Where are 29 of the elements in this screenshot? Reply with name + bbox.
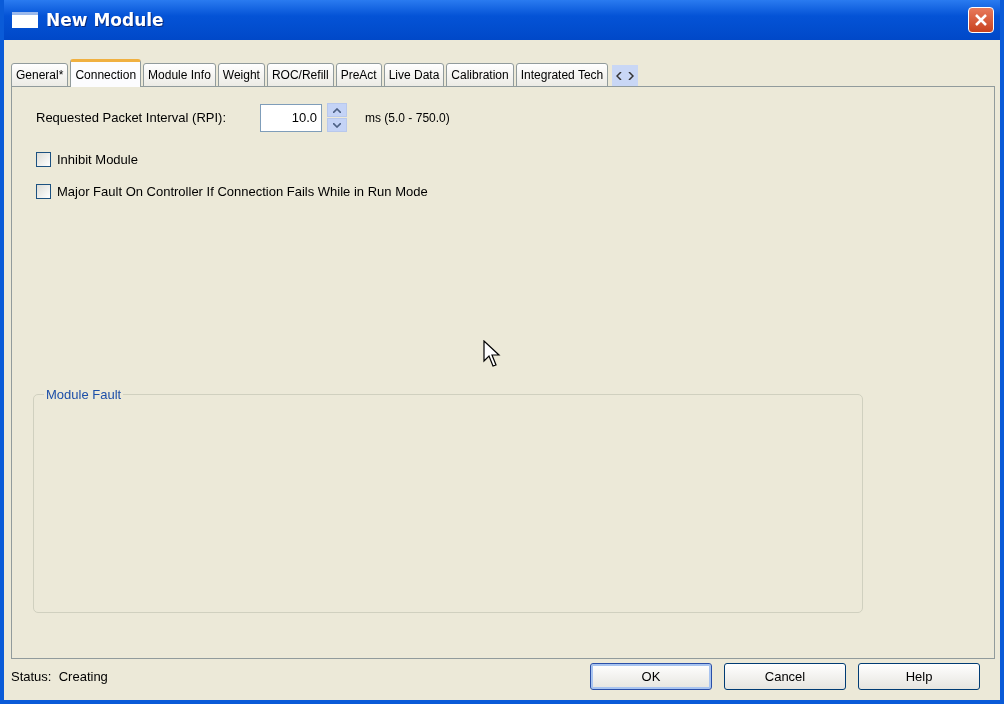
close-button[interactable] xyxy=(968,7,994,33)
tab[interactable]: General* xyxy=(11,63,69,87)
checkbox[interactable] xyxy=(36,152,51,167)
tab[interactable]: ROC/Refill xyxy=(266,63,334,87)
tab[interactable]: Live Data xyxy=(383,63,445,87)
status-text: Status: Creating xyxy=(11,669,109,684)
tab-scroll-buttons[interactable] xyxy=(612,65,639,87)
mouse-pointer-icon xyxy=(483,340,501,368)
tab[interactable]: PreAct xyxy=(335,63,382,87)
dialog-button[interactable]: Help xyxy=(858,663,980,690)
close-icon xyxy=(973,12,989,28)
checkbox-label: Inhibit Module xyxy=(57,152,138,167)
tab[interactable]: Module Info xyxy=(143,63,216,87)
window-title: New Module xyxy=(46,10,165,30)
tab[interactable]: Weight xyxy=(217,63,265,87)
window-icon xyxy=(12,12,38,28)
spin-up-button[interactable] xyxy=(327,103,348,117)
tab[interactable]: Connection xyxy=(70,59,142,87)
rpi-field[interactable]: 10.0 xyxy=(260,103,323,132)
dialog-button[interactable]: OK xyxy=(590,663,712,690)
checkbox[interactable] xyxy=(36,184,51,199)
rpi-label: Requested Packet Interval (RPI): xyxy=(36,110,227,125)
rpi-range: ms (5.0 - 750.0) xyxy=(365,110,450,125)
group-title: Module Fault xyxy=(45,387,123,402)
checkbox-label: Major Fault On Controller If Connection Fails While in Run Mode xyxy=(57,184,428,199)
dialog-button[interactable]: Cancel xyxy=(724,663,846,690)
tab[interactable]: Calibration xyxy=(446,63,514,87)
spin-down-button[interactable] xyxy=(327,118,348,132)
tab[interactable]: Integrated Tech xyxy=(515,63,609,87)
